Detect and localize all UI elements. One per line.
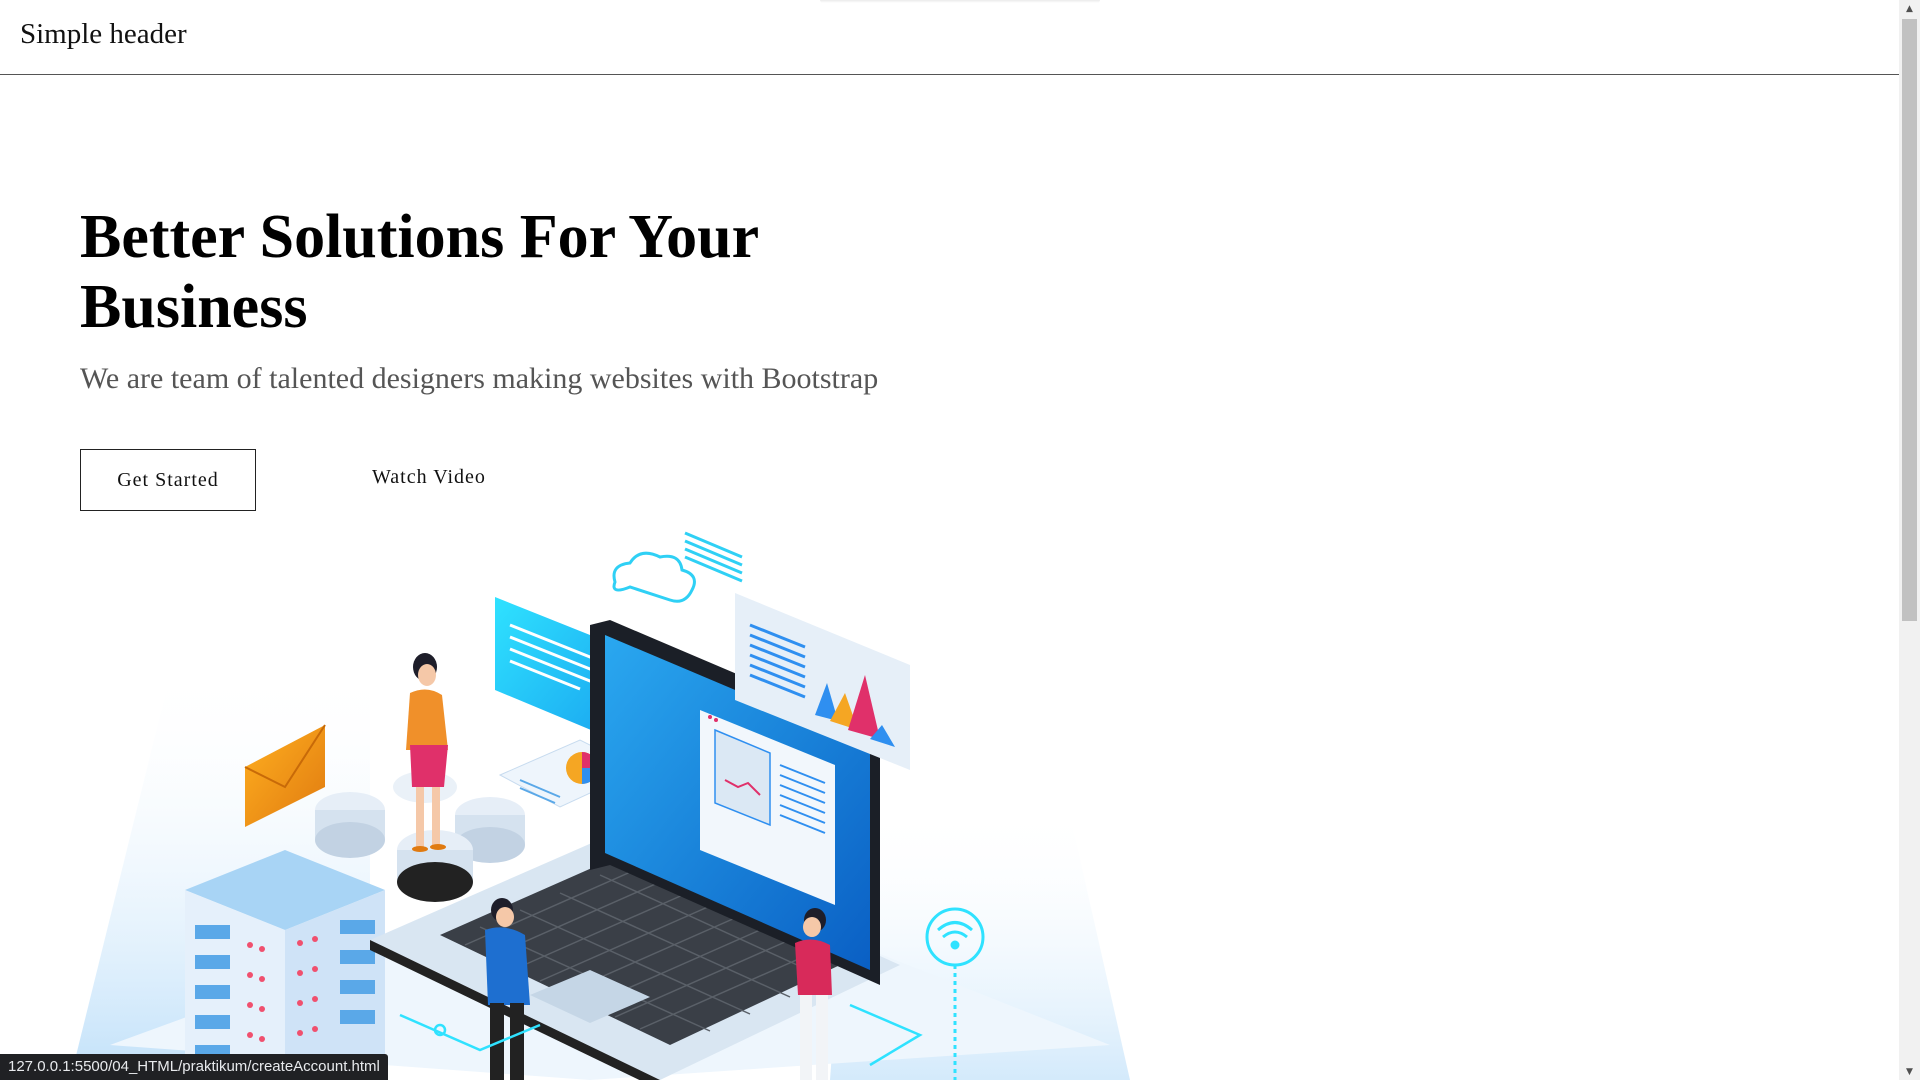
link-status-bar: 127.0.0.1:5500/04_HTML/praktikum/createA… (0, 1054, 388, 1080)
hero-subtitle: We are team of talented designers making… (80, 362, 879, 395)
browser-page: Simple header Better Solutions For Your … (0, 0, 1920, 1080)
hero-illustration (70, 531, 1130, 1080)
watch-video-label: Watch Video (372, 466, 486, 488)
cloud-icon (612, 551, 696, 603)
floating-list-panel (684, 531, 743, 583)
person-standing-orange (406, 653, 448, 852)
triangle-down-icon[interactable]: ▼ (1899, 1063, 1920, 1080)
site-header: Simple header (0, 0, 1899, 75)
get-started-button[interactable]: Get Started (80, 449, 256, 511)
get-started-label: Get Started (117, 468, 219, 491)
hero-title: Better Solutions For Your Business (80, 203, 759, 341)
triangle-up-icon[interactable]: ▲ (1899, 0, 1920, 17)
server-rack (185, 850, 385, 1080)
vertical-scrollbar[interactable]: ▲ ▼ (1899, 0, 1920, 1080)
watch-video-link[interactable]: Watch Video (372, 466, 486, 489)
header-brand[interactable]: Simple header (20, 18, 187, 51)
page-viewport: Simple header Better Solutions For Your … (0, 0, 1899, 1080)
scrollbar-thumb[interactable] (1902, 19, 1917, 621)
